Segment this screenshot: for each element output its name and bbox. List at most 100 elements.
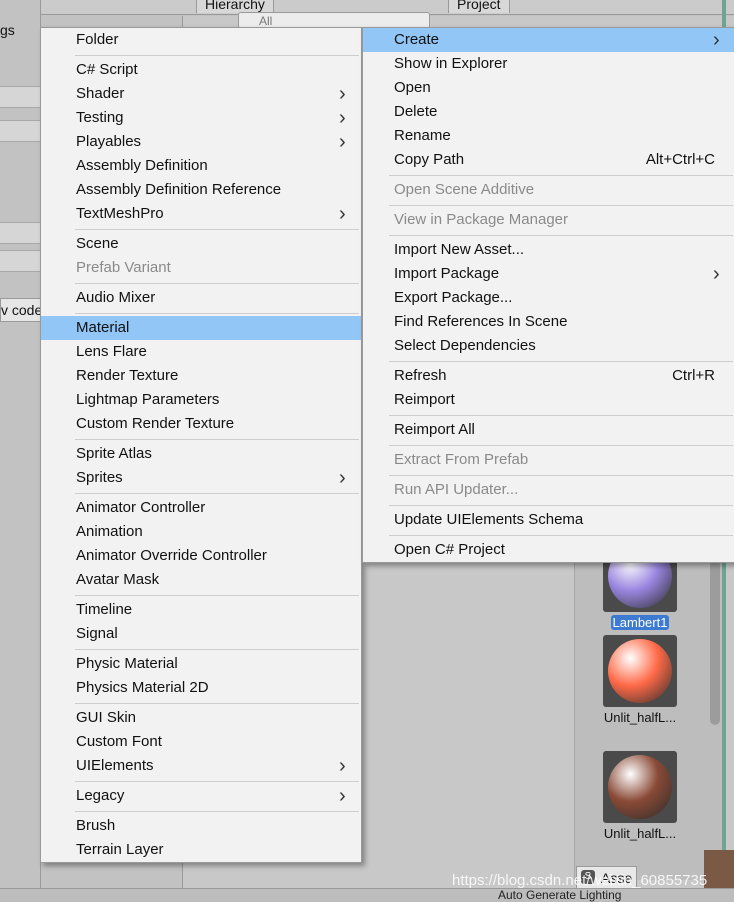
- material-preview-sphere: [608, 639, 672, 703]
- menu-item-delete[interactable]: Delete: [363, 100, 734, 124]
- menu-item-signal[interactable]: Signal: [41, 622, 361, 646]
- shortcut-label: Ctrl+R: [672, 367, 715, 384]
- menu-item-label: Material: [76, 319, 130, 336]
- menu-item-lightmap-parameters[interactable]: Lightmap Parameters: [41, 388, 361, 412]
- menu-item-label: TextMeshPro: [76, 205, 164, 222]
- menu-item-open-scene-additive: Open Scene Additive: [363, 178, 734, 202]
- create-submenu: Folder C# Script Shader › Testing › Playables ›…: [40, 27, 362, 863]
- menu-item-label: Avatar Mask: [76, 571, 160, 588]
- menu-item-render-texture[interactable]: Render Texture: [41, 364, 361, 388]
- asset-label: Unlit_halfL...: [603, 710, 677, 725]
- menu-item-label: Shader: [76, 85, 125, 102]
- menu-item-custom-font[interactable]: Custom Font: [41, 730, 361, 754]
- menu-item-label: Reimport: [394, 391, 455, 408]
- menu-item-label: Lens Flare: [76, 343, 147, 360]
- menu-item-legacy[interactable]: Legacy ›: [41, 784, 361, 808]
- menu-item-label: Custom Render Texture: [76, 415, 235, 432]
- menu-item-export-package[interactable]: Export Package...: [363, 286, 734, 310]
- menu-item-label: Rename: [394, 127, 451, 144]
- menu-separator: [75, 55, 359, 56]
- menu-item-label: Show in Explorer: [394, 55, 508, 72]
- menu-item-show-in-explorer[interactable]: Show in Explorer: [363, 52, 734, 76]
- menu-separator: [75, 595, 359, 596]
- menu-item-shader[interactable]: Shader ›: [41, 82, 361, 106]
- asset-tile[interactable]: Unlit_halfL...: [602, 751, 678, 841]
- asset-tile[interactable]: Unlit_halfL...: [602, 635, 678, 725]
- menu-item-reimport[interactable]: Reimport: [363, 388, 734, 412]
- menu-item-playables[interactable]: Playables ›: [41, 130, 361, 154]
- menu-item-label: Open Scene Additive: [394, 181, 535, 198]
- menu-item-label: Audio Mixer: [76, 289, 156, 306]
- menu-separator: [389, 535, 733, 536]
- menu-item-open-c-project[interactable]: Open C# Project: [363, 538, 734, 562]
- menu-separator: [75, 229, 359, 230]
- menu-item-find-references-in-scene[interactable]: Find References In Scene: [363, 310, 734, 334]
- chevron-right-icon: ›: [339, 467, 346, 489]
- menu-item-label: Sprites: [76, 469, 123, 486]
- menu-item-label: View in Package Manager: [394, 211, 568, 228]
- menu-item-textmeshpro[interactable]: TextMeshPro ›: [41, 202, 361, 226]
- chevron-right-icon: ›: [339, 203, 346, 225]
- menu-item-copy-path[interactable]: Copy Path Alt+Ctrl+C: [363, 148, 734, 172]
- menu-item-import-new-asset[interactable]: Import New Asset...: [363, 238, 734, 262]
- menu-item-update-uielements-schema[interactable]: Update UIElements Schema: [363, 508, 734, 532]
- menu-item-animator-controller[interactable]: Animator Controller: [41, 496, 361, 520]
- inspector-fragment-text: gs: [0, 22, 15, 38]
- menu-item-label: Physic Material: [76, 655, 178, 672]
- menu-item-label: Signal: [76, 625, 118, 642]
- material-preview-sphere: [608, 755, 672, 819]
- menu-item-label: Export Package...: [394, 289, 513, 306]
- menu-item-material[interactable]: Material: [41, 316, 361, 340]
- menu-item-open[interactable]: Open: [363, 76, 734, 100]
- project-scrollbar[interactable]: [710, 560, 720, 725]
- menu-item-c-script[interactable]: C# Script: [41, 58, 361, 82]
- menu-item-label: Testing: [76, 109, 124, 126]
- code-field[interactable]: v code: [0, 298, 42, 322]
- menu-item-avatar-mask[interactable]: Avatar Mask: [41, 568, 361, 592]
- menu-item-label: GUI Skin: [76, 709, 137, 726]
- menu-item-assembly-definition-reference[interactable]: Assembly Definition Reference: [41, 178, 361, 202]
- menu-item-label: Animation: [76, 523, 143, 540]
- menu-separator: [75, 283, 359, 284]
- menu-separator: [75, 439, 359, 440]
- menu-item-animator-override-controller[interactable]: Animator Override Controller: [41, 544, 361, 568]
- menu-item-brush[interactable]: Brush: [41, 814, 361, 838]
- menu-item-assembly-definition[interactable]: Assembly Definition: [41, 154, 361, 178]
- menu-item-physic-material[interactable]: Physic Material: [41, 652, 361, 676]
- menu-item-label: Open: [394, 79, 431, 96]
- menu-item-select-dependencies[interactable]: Select Dependencies: [363, 334, 734, 358]
- menu-item-uielements[interactable]: UIElements ›: [41, 754, 361, 778]
- menu-item-scene[interactable]: Scene: [41, 232, 361, 256]
- tab-project[interactable]: Project: [448, 0, 510, 13]
- menu-item-audio-mixer[interactable]: Audio Mixer: [41, 286, 361, 310]
- menu-item-refresh[interactable]: Refresh Ctrl+R: [363, 364, 734, 388]
- menu-item-extract-from-prefab: Extract From Prefab: [363, 448, 734, 472]
- menu-separator: [389, 361, 733, 362]
- menu-item-custom-render-texture[interactable]: Custom Render Texture: [41, 412, 361, 436]
- menu-item-animation[interactable]: Animation: [41, 520, 361, 544]
- menu-item-physics-material-2d[interactable]: Physics Material 2D: [41, 676, 361, 700]
- menu-item-lens-flare[interactable]: Lens Flare: [41, 340, 361, 364]
- status-bar: Auto Generate Lighting: [0, 888, 734, 902]
- menu-item-sprite-atlas[interactable]: Sprite Atlas: [41, 442, 361, 466]
- menu-item-import-package[interactable]: Import Package ›: [363, 262, 734, 286]
- menu-item-label: Brush: [76, 817, 116, 834]
- menu-separator: [389, 235, 733, 236]
- menu-item-label: Find References In Scene: [394, 313, 568, 330]
- menu-item-rename[interactable]: Rename: [363, 124, 734, 148]
- menu-item-label: Animator Controller: [76, 499, 206, 516]
- status-text: Auto Generate Lighting: [498, 888, 622, 902]
- menu-separator: [75, 649, 359, 650]
- menu-separator: [75, 703, 359, 704]
- menu-item-folder[interactable]: Folder: [41, 28, 361, 52]
- shortcut-label: Alt+Ctrl+C: [645, 151, 715, 168]
- menu-separator: [75, 811, 359, 812]
- menu-item-label: Timeline: [76, 601, 133, 618]
- menu-item-testing[interactable]: Testing ›: [41, 106, 361, 130]
- menu-item-reimport-all[interactable]: Reimport All: [363, 418, 734, 442]
- menu-item-create[interactable]: Create ›: [363, 28, 734, 52]
- menu-item-gui-skin[interactable]: GUI Skin: [41, 706, 361, 730]
- menu-item-timeline[interactable]: Timeline: [41, 598, 361, 622]
- menu-item-sprites[interactable]: Sprites ›: [41, 466, 361, 490]
- menu-item-terrain-layer[interactable]: Terrain Layer: [41, 838, 361, 862]
